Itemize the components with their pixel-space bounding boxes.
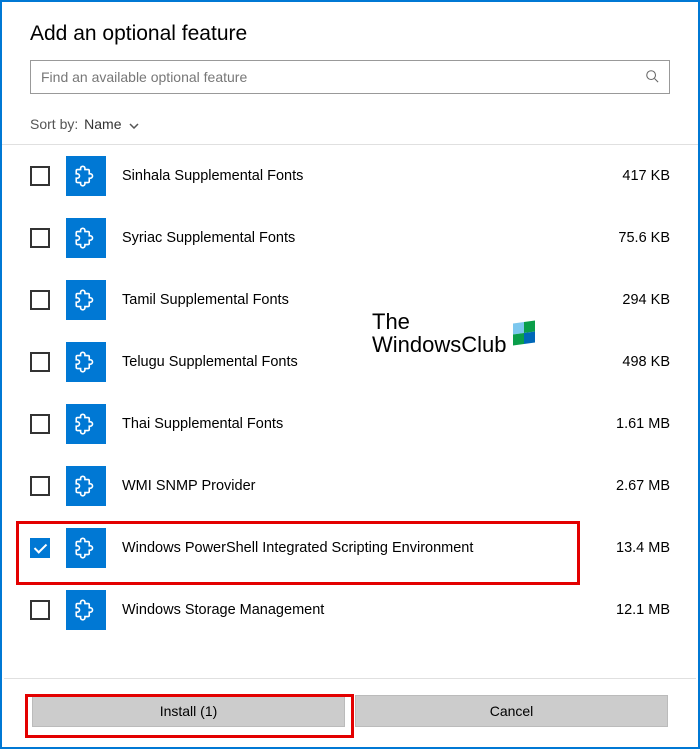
- list-item[interactable]: WMI SNMP Provider 2.67 MB: [2, 455, 698, 517]
- checkbox[interactable]: [30, 600, 50, 620]
- chevron-down-icon: [129, 116, 139, 132]
- puzzle-icon: [66, 280, 106, 320]
- puzzle-icon: [66, 590, 106, 630]
- puzzle-icon: [66, 156, 106, 196]
- puzzle-icon: [66, 528, 106, 568]
- sort-control[interactable]: Sort by: Name: [2, 106, 698, 144]
- search-icon: [645, 69, 659, 86]
- list-item[interactable]: Tamil Supplemental Fonts 294 KB: [2, 269, 698, 331]
- feature-name: Sinhala Supplemental Fonts: [122, 168, 584, 184]
- install-button[interactable]: Install (1): [32, 695, 345, 727]
- sort-label: Sort by:: [30, 116, 78, 132]
- feature-name: Syriac Supplemental Fonts: [122, 230, 584, 246]
- list-item[interactable]: Telugu Supplemental Fonts 498 KB: [2, 331, 698, 393]
- list-item[interactable]: Thai Supplemental Fonts 1.61 MB: [2, 393, 698, 455]
- feature-name: Tamil Supplemental Fonts: [122, 292, 584, 308]
- checkbox[interactable]: [30, 538, 50, 558]
- feature-size: 417 KB: [600, 168, 670, 184]
- footer-bar: Install (1) Cancel: [4, 678, 696, 747]
- list-item[interactable]: Windows Storage Management 12.1 MB: [2, 579, 698, 641]
- feature-name: Telugu Supplemental Fonts: [122, 354, 584, 370]
- feature-list: Sinhala Supplemental Fonts 417 KB Syriac S…: [2, 144, 698, 641]
- search-input[interactable]: [41, 69, 645, 85]
- list-item[interactable]: Windows PowerShell Integrated Scripting …: [2, 517, 698, 579]
- cancel-button[interactable]: Cancel: [355, 695, 668, 727]
- checkbox[interactable]: [30, 228, 50, 248]
- list-item[interactable]: Sinhala Supplemental Fonts 417 KB: [2, 145, 698, 207]
- feature-name: WMI SNMP Provider: [122, 478, 584, 494]
- checkbox[interactable]: [30, 414, 50, 434]
- puzzle-icon: [66, 404, 106, 444]
- page-title: Add an optional feature: [30, 22, 670, 46]
- feature-size: 2.67 MB: [600, 478, 670, 494]
- checkbox[interactable]: [30, 476, 50, 496]
- checkbox[interactable]: [30, 352, 50, 372]
- search-box[interactable]: [30, 60, 670, 94]
- feature-size: 13.4 MB: [600, 540, 670, 556]
- puzzle-icon: [66, 466, 106, 506]
- list-item[interactable]: Syriac Supplemental Fonts 75.6 KB: [2, 207, 698, 269]
- feature-size: 1.61 MB: [600, 416, 670, 432]
- sort-value: Name: [84, 116, 121, 132]
- feature-size: 12.1 MB: [600, 602, 670, 618]
- feature-name: Thai Supplemental Fonts: [122, 416, 584, 432]
- checkbox[interactable]: [30, 166, 50, 186]
- feature-size: 75.6 KB: [600, 230, 670, 246]
- checkbox[interactable]: [30, 290, 50, 310]
- feature-size: 498 KB: [600, 354, 670, 370]
- puzzle-icon: [66, 218, 106, 258]
- feature-name: Windows Storage Management: [122, 602, 584, 618]
- feature-name: Windows PowerShell Integrated Scripting …: [122, 540, 584, 556]
- puzzle-icon: [66, 342, 106, 382]
- feature-size: 294 KB: [600, 292, 670, 308]
